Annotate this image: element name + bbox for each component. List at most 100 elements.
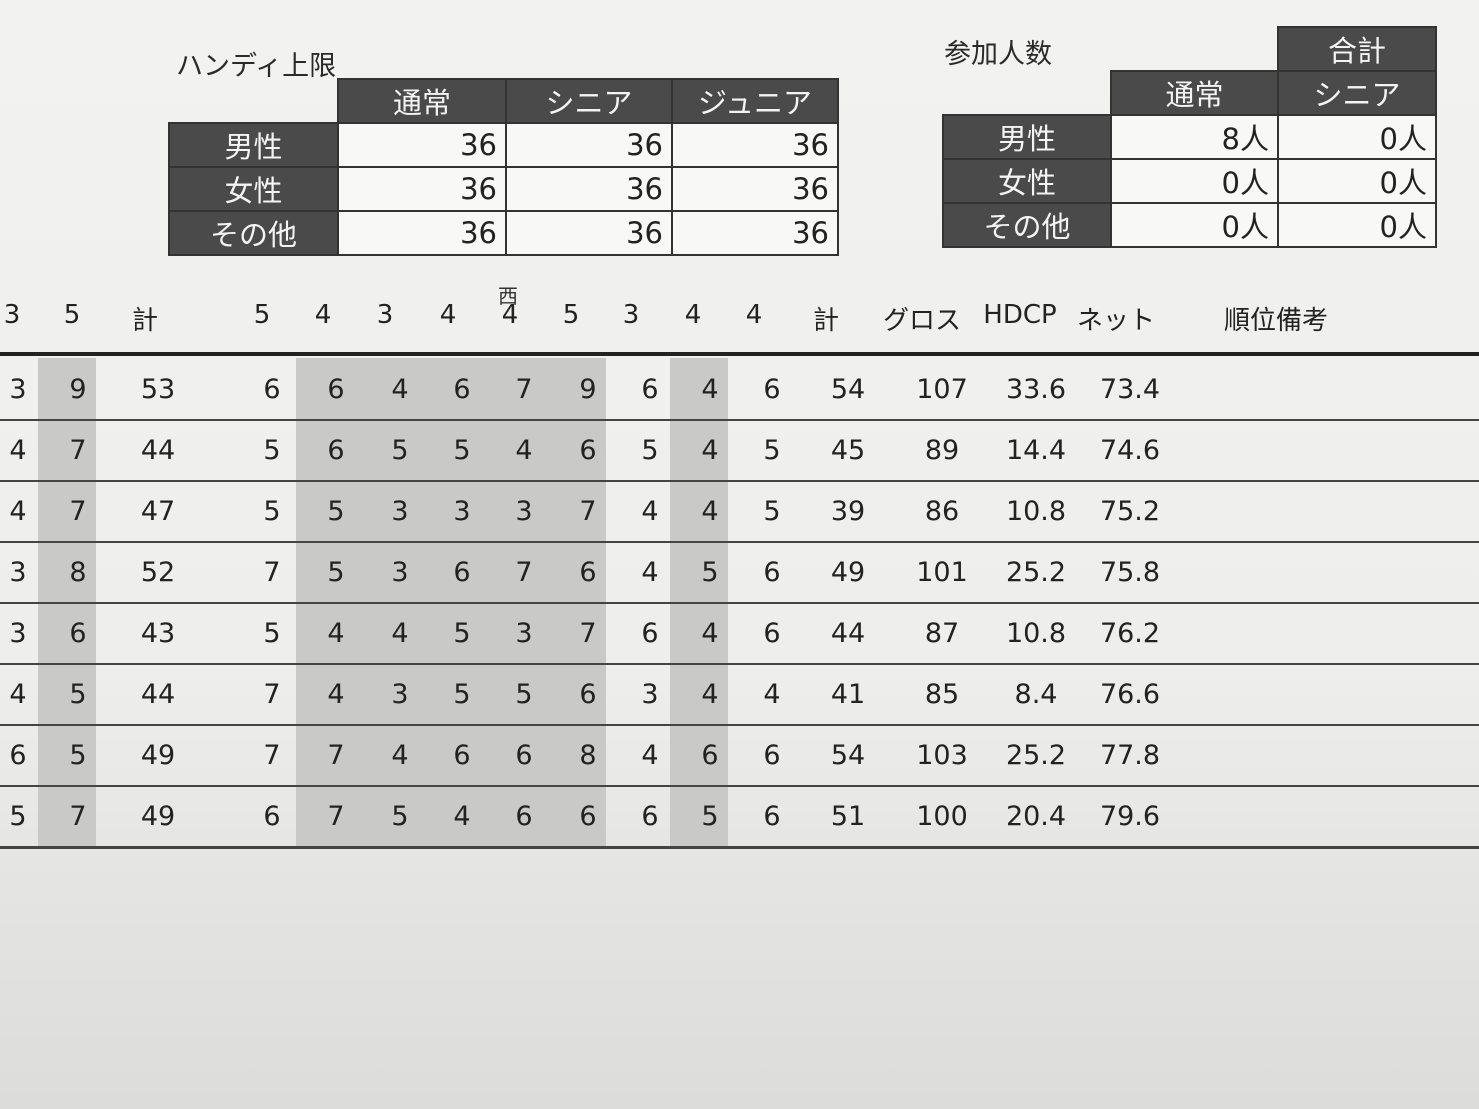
score-cell: 4 (515, 435, 533, 466)
handicap-col-header: ジュニア (671, 78, 839, 124)
handicap-table: 通常 シニア ジュニア 男性 36 36 36 女性 36 36 36 その他 … (168, 78, 839, 256)
score-cell: 5 (763, 435, 781, 466)
handicap-cell: 36 (505, 122, 673, 168)
participants-col-header: シニア (1277, 70, 1437, 116)
score-cell: 8 (69, 557, 87, 588)
score-cell: 7 (579, 618, 597, 649)
score-cell: 6 (579, 679, 597, 710)
score-cell: 100 (916, 801, 968, 832)
participants-row-label: 女性 (942, 158, 1112, 204)
score-cell: 14.4 (1005, 435, 1067, 466)
score-cell: 6 (579, 801, 597, 832)
handicap-cell: 36 (671, 166, 839, 212)
score-cell: 4 (641, 740, 659, 771)
score-cell: 6 (763, 618, 781, 649)
score-cell: 5 (263, 496, 281, 527)
score-cell: 25.2 (1005, 557, 1067, 588)
score-cell: 6 (453, 557, 471, 588)
score-cell: 75.8 (1099, 557, 1161, 588)
score-cell: 5 (391, 435, 409, 466)
handicap-cell: 36 (671, 122, 839, 168)
score-cell: 89 (924, 435, 960, 466)
score-cell: 6 (701, 740, 719, 771)
score-row: 5 7 49 6 7 5 4 6 6 6 5 6 51 100 20.4 79.6 (0, 787, 1479, 847)
score-row: 3 8 52 7 5 3 6 7 6 4 5 6 49 101 25.2 75.8 (0, 543, 1479, 603)
score-cell: 7 (69, 496, 87, 527)
score-cell: 5 (763, 496, 781, 527)
score-cell: 6 (263, 374, 281, 405)
score-cell: 3 (641, 679, 659, 710)
score-cell: 85 (924, 679, 960, 710)
score-header-cell: 3 (3, 300, 21, 330)
handicap-cell: 36 (505, 166, 673, 212)
score-cell: 54 (830, 374, 866, 405)
score-header-cell: 5 (253, 300, 271, 330)
participants-table: 合計 通常 シニア 男性 8人 0人 女性 0人 0人 その他 0人 0人 (942, 26, 1437, 248)
score-cell: 49 (140, 740, 176, 771)
score-header-cell: 4 (684, 300, 702, 330)
score-cell: 4 (701, 374, 719, 405)
score-cell: 4 (327, 679, 345, 710)
score-cell: 7 (263, 679, 281, 710)
score-cell: 5 (701, 801, 719, 832)
score-cell: 7 (263, 740, 281, 771)
score-cell: 44 (830, 618, 866, 649)
score-cell: 5 (69, 679, 87, 710)
score-cell: 4 (391, 618, 409, 649)
score-cell: 33.6 (1005, 374, 1067, 405)
handicap-row-label: 女性 (168, 166, 339, 212)
score-cell: 6 (763, 801, 781, 832)
score-cell: 9 (579, 374, 597, 405)
score-header-cell: 4 (501, 300, 519, 330)
score-cell: 5 (515, 679, 533, 710)
score-cell: 73.4 (1099, 374, 1161, 405)
score-cell: 4 (391, 740, 409, 771)
participants-row-label: 男性 (942, 114, 1112, 160)
score-cell: 79.6 (1099, 801, 1161, 832)
score-row: 4 5 44 7 4 3 5 5 6 3 4 4 41 85 8.4 76.6 (0, 665, 1479, 725)
score-cell: 4 (641, 557, 659, 588)
score-cell: 107 (916, 374, 968, 405)
score-cell: 3 (515, 496, 533, 527)
score-cell: 41 (830, 679, 866, 710)
score-cell: 4 (9, 679, 27, 710)
score-row: 3 9 53 6 6 4 6 7 9 6 4 6 54 107 33.6 73.4 (0, 360, 1479, 420)
handicap-cell: 36 (337, 122, 507, 168)
score-cell: 6 (327, 374, 345, 405)
score-cell: 74.6 (1099, 435, 1161, 466)
score-cell: 77.8 (1099, 740, 1161, 771)
score-cell: 6 (515, 740, 533, 771)
score-cell: 6 (515, 801, 533, 832)
score-cell: 4 (701, 679, 719, 710)
handicap-cell: 36 (505, 210, 673, 256)
participants-row-label: その他 (942, 202, 1112, 248)
score-cell: 6 (69, 618, 87, 649)
score-cell: 3 (391, 679, 409, 710)
score-cell: 45 (830, 435, 866, 466)
score-cell: 7 (69, 801, 87, 832)
score-cell: 4 (701, 496, 719, 527)
score-cell: 4 (391, 374, 409, 405)
score-cell: 6 (453, 374, 471, 405)
participants-cell: 0人 (1277, 158, 1437, 204)
score-cell: 5 (701, 557, 719, 588)
score-cell: 10.8 (1005, 618, 1067, 649)
score-cell: 8.4 (1014, 679, 1058, 710)
score-header-cell: 計 (812, 306, 839, 336)
score-cell: 5 (453, 679, 471, 710)
score-header-cell: 計 (131, 306, 158, 336)
score-cell: 4 (327, 618, 345, 649)
participants-group-header: 合計 (1277, 26, 1437, 72)
score-cell: 44 (140, 679, 176, 710)
score-cell: 47 (140, 496, 176, 527)
score-cell: 7 (515, 557, 533, 588)
score-cell: 5 (327, 496, 345, 527)
score-row: 6 5 49 7 7 4 6 6 8 4 6 6 54 103 25.2 77.8 (0, 726, 1479, 786)
participants-cell: 0人 (1277, 202, 1437, 248)
participants-cell: 8人 (1110, 114, 1279, 160)
score-cell: 7 (263, 557, 281, 588)
score-cell: 87 (924, 618, 960, 649)
score-cell: 86 (924, 496, 960, 527)
score-cell: 6 (763, 374, 781, 405)
score-cell: 5 (453, 435, 471, 466)
